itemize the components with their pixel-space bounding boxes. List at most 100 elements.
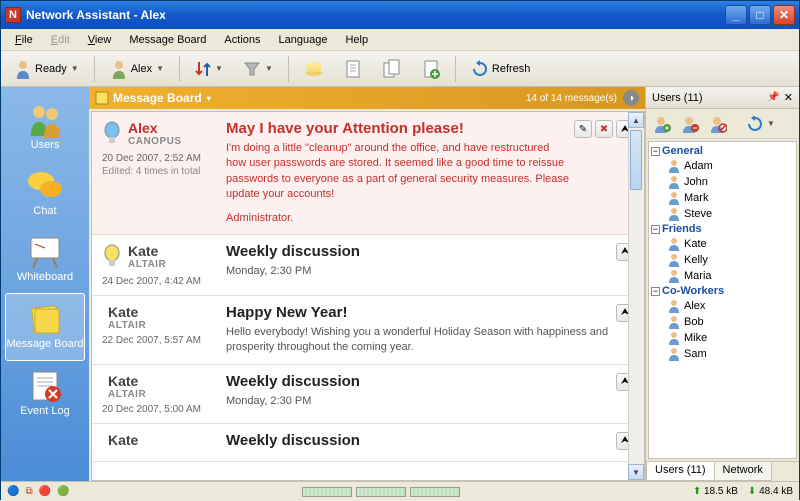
menu-edit[interactable]: Edit <box>43 32 78 48</box>
message-board-header: Message Board ▾ 14 of 14 message(s) ◑ <box>89 87 645 109</box>
message-board-panel: Message Board ▾ 14 of 14 message(s) ◑ Al… <box>89 87 645 481</box>
sort-icon <box>195 60 211 78</box>
user-name: Bob <box>684 316 704 328</box>
edit-icon[interactable]: ✎ <box>574 120 592 138</box>
menu-actions[interactable]: Actions <box>216 32 268 48</box>
maximize-button[interactable]: □ <box>749 5 771 25</box>
tab-users[interactable]: Users (11) <box>646 462 715 481</box>
remove-user-button[interactable] <box>678 112 702 136</box>
app-icon: N <box>5 7 21 23</box>
block-user-button[interactable] <box>706 112 730 136</box>
tree-item[interactable]: Steve <box>651 206 794 222</box>
chevron-down-icon: ▼ <box>265 64 273 73</box>
collapse-box-icon[interactable]: − <box>651 225 660 234</box>
sort-button[interactable]: ▼ <box>188 56 230 82</box>
tree-item[interactable]: Maria <box>651 268 794 284</box>
menu-help[interactable]: Help <box>337 32 376 48</box>
tree-item[interactable]: Mike <box>651 330 794 346</box>
user-dropdown[interactable]: Alex ▼ <box>103 55 171 83</box>
message-content: Weekly discussion Monday, 2:30 PM <box>226 243 612 287</box>
tree-item[interactable]: Kelly <box>651 252 794 268</box>
documents-icon <box>382 59 402 79</box>
message-host: ALTAIR <box>108 320 146 331</box>
collapse-box-icon[interactable]: − <box>651 287 660 296</box>
message-title: Weekly discussion <box>226 243 612 260</box>
tree-item[interactable]: Sam <box>651 346 794 362</box>
user-name: Mike <box>684 332 707 344</box>
refresh-button[interactable]: Refresh <box>464 56 538 82</box>
message-actions: ✎✖⮝ <box>574 120 634 226</box>
user-icon <box>110 59 128 79</box>
add-user-button[interactable] <box>650 112 674 136</box>
download-icon: ⬇ <box>748 486 756 497</box>
nav-chat[interactable]: Chat <box>1 161 89 227</box>
user-name: Maria <box>684 270 712 282</box>
nav-event-log[interactable]: Event Log <box>1 361 89 427</box>
user-icon <box>667 253 681 267</box>
status-dropdown[interactable]: Ready ▼ <box>7 55 86 83</box>
group-name: General <box>662 145 703 157</box>
message-meta: Kate ALTAIR 22 Dec 2007, 5:57 AM <box>102 304 222 356</box>
user-name: Kate <box>684 238 707 250</box>
refresh-users-button[interactable]: ▼ <box>744 113 778 135</box>
mark-read-button[interactable] <box>297 56 331 82</box>
nav-label: Chat <box>33 205 56 217</box>
user-icon <box>667 175 681 189</box>
window-title: Network Assistant - Alex <box>26 8 725 22</box>
new-message-button[interactable] <box>337 55 369 83</box>
close-button[interactable]: ✕ <box>773 5 795 25</box>
scroll-up-icon[interactable]: ▲ <box>628 112 644 128</box>
refresh-label: Refresh <box>492 63 531 75</box>
add-message-button[interactable] <box>415 55 447 83</box>
copy-message-button[interactable] <box>375 55 409 83</box>
menu-file[interactable]: File <box>7 32 41 48</box>
tab-network[interactable]: Network <box>714 462 772 481</box>
tree-group-header[interactable]: −Friends <box>651 222 794 236</box>
message-body: I'm doing a little "cleanup" around the … <box>226 141 570 203</box>
message-row[interactable]: Kate ALTAIR 20 Dec 2007, 5:00 AM Weekly … <box>92 365 644 424</box>
scrollbar[interactable]: ▲ ▼ <box>628 112 644 480</box>
scrollbar-thumb[interactable] <box>630 130 642 190</box>
nav-users[interactable]: Users <box>1 95 89 161</box>
messages-list: Alex CANOPUS 20 Dec 2007, 2:52 AM Edited… <box>91 111 645 481</box>
user-status-icon <box>14 59 32 79</box>
menu-view[interactable]: View <box>80 32 120 48</box>
delete-icon[interactable]: ✖ <box>595 120 613 138</box>
message-row[interactable]: Kate Weekly discussion ⮝ <box>92 424 644 462</box>
pin-icon[interactable]: 📌 <box>767 92 779 103</box>
nav-whiteboard[interactable]: Whiteboard <box>1 227 89 293</box>
status-left: 🔵 ⧉ 🔴 🟢 <box>7 486 70 497</box>
tree-group-header[interactable]: −General <box>651 144 794 158</box>
collapse-icon[interactable]: ◑ <box>623 90 639 106</box>
tree-item[interactable]: Adam <box>651 158 794 174</box>
user-minus-icon <box>681 115 699 133</box>
tree-item[interactable]: John <box>651 174 794 190</box>
message-row[interactable]: Kate ALTAIR 22 Dec 2007, 5:57 AM Happy N… <box>92 296 644 365</box>
tree-group-header[interactable]: −Co-Workers <box>651 284 794 298</box>
menu-language[interactable]: Language <box>271 32 336 48</box>
message-row[interactable]: Kate ALTAIR 24 Dec 2007, 4:42 AM Weekly … <box>92 235 644 296</box>
message-signature: Administrator. <box>226 211 570 226</box>
user-icon <box>667 269 681 283</box>
window-controls: _ □ ✕ <box>725 5 795 25</box>
scroll-down-icon[interactable]: ▼ <box>628 464 644 480</box>
minimize-button[interactable]: _ <box>725 5 747 25</box>
message-content: Happy New Year! Hello everybody! Wishing… <box>226 304 612 356</box>
nav-message-board[interactable]: Message Board <box>5 293 85 361</box>
close-panel-icon[interactable]: ✕ <box>784 91 793 104</box>
document-icon <box>344 59 362 79</box>
menu-message-board[interactable]: Message Board <box>121 32 214 48</box>
stack-icon <box>304 60 324 78</box>
tree-item[interactable]: Alex <box>651 298 794 314</box>
user-block-icon <box>709 115 727 133</box>
tree-item[interactable]: Bob <box>651 314 794 330</box>
message-row[interactable]: Alex CANOPUS 20 Dec 2007, 2:52 AM Edited… <box>92 112 644 235</box>
tree-item[interactable]: Mark <box>651 190 794 206</box>
filter-button[interactable]: ▼ <box>236 57 280 81</box>
message-meta: Kate ALTAIR 20 Dec 2007, 5:00 AM <box>102 373 222 415</box>
collapse-box-icon[interactable]: − <box>651 147 660 156</box>
message-body: Monday, 2:30 PM <box>226 394 612 409</box>
tree-group: −Friends Kate Kelly Maria <box>651 222 794 284</box>
message-meta: Kate ALTAIR 24 Dec 2007, 4:42 AM <box>102 243 222 287</box>
tree-item[interactable]: Kate <box>651 236 794 252</box>
